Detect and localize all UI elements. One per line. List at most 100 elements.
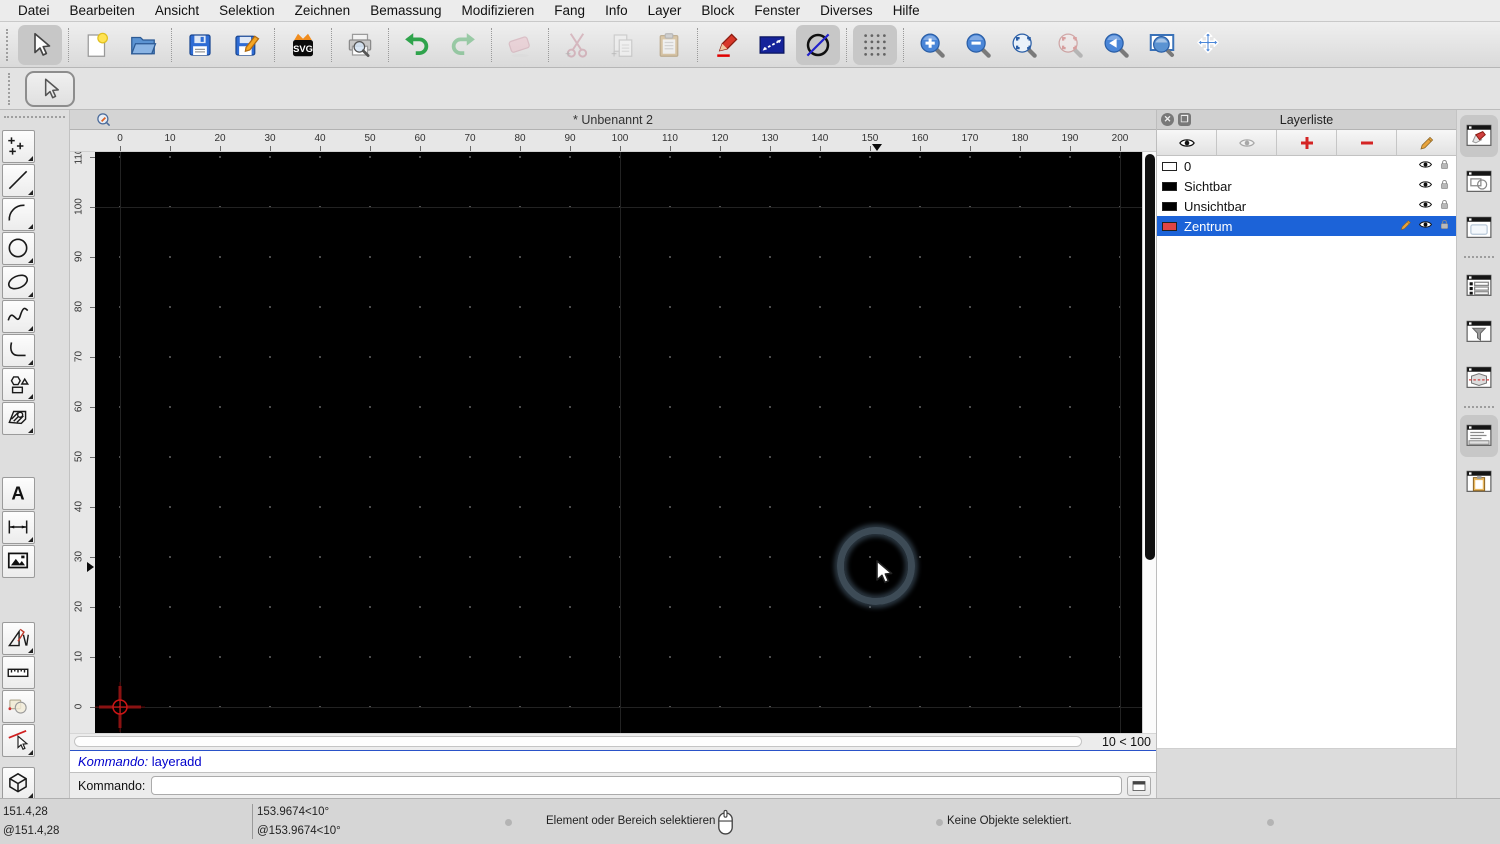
status-bar: 151.4,28 @151.4,28 153.9674<10° @153.967… (0, 798, 1500, 844)
plus-icon (1298, 134, 1316, 152)
layer-name: Sichtbar (1184, 179, 1413, 194)
pointer-gray-icon (37, 76, 63, 102)
layer-row-unsichtbar[interactable]: Unsichtbar (1157, 196, 1456, 216)
tool-dimension-button[interactable] (2, 511, 35, 544)
zoom-selection-button[interactable] (1048, 25, 1092, 65)
drawing-preferences-button[interactable] (704, 25, 748, 65)
hide-all-layers-button[interactable] (1217, 130, 1277, 155)
zoom-in-button[interactable] (910, 25, 954, 65)
layer-panel-empty-area (1157, 236, 1456, 748)
eraser-icon (505, 30, 535, 60)
tool-circle-button[interactable] (2, 232, 35, 265)
menu-fang[interactable]: Fang (544, 0, 595, 22)
layer-row-sichtbar[interactable]: Sichtbar (1157, 176, 1456, 196)
print-preview-button[interactable] (338, 25, 382, 65)
save-as-button[interactable] (224, 25, 268, 65)
svg-export-button[interactable]: SVG (281, 25, 325, 65)
h-ruler-tick (920, 146, 921, 151)
toolbar-separator (846, 28, 847, 62)
toolbar-separator (68, 28, 69, 62)
save-button[interactable] (178, 25, 222, 65)
remove-layer-button[interactable] (1337, 130, 1397, 155)
horizontal-scrollbar-thumb[interactable] (74, 736, 1082, 747)
undo-icon (402, 30, 432, 60)
show-all-layers-button[interactable] (1157, 130, 1217, 155)
edit-layer-button[interactable] (1397, 130, 1456, 155)
panel-toggle-blocks[interactable] (1460, 161, 1498, 203)
layer-row-0[interactable]: 0 (1157, 156, 1456, 176)
menu-diverses[interactable]: Diverses (810, 0, 883, 22)
copy-button[interactable]: + (601, 25, 645, 65)
menu-layer[interactable]: Layer (638, 0, 692, 22)
add-layer-button[interactable] (1277, 130, 1337, 155)
new-file-button[interactable] (75, 25, 119, 65)
selection-tool-option-button[interactable] (25, 71, 75, 107)
select-tool-button[interactable] (18, 25, 62, 65)
tool-image-button[interactable] (2, 545, 35, 578)
h-ruler-tick (170, 146, 171, 151)
panel-toggle-property-editor[interactable] (1460, 115, 1498, 157)
delete-button[interactable] (498, 25, 542, 65)
tool-arc-button[interactable] (2, 198, 35, 231)
toolbar-separator (171, 28, 172, 62)
panel-toggle-block-list[interactable] (1460, 357, 1498, 399)
tool-text-button[interactable]: A (2, 477, 35, 510)
command-input[interactable] (151, 776, 1122, 795)
panel-toggle-selection-filter[interactable] (1460, 311, 1498, 353)
layer-row-zentrum[interactable]: Zentrum (1157, 216, 1456, 236)
open-file-button[interactable] (121, 25, 165, 65)
tool-measure-button[interactable] (2, 656, 35, 689)
panel-toggle-report[interactable] (1460, 461, 1498, 503)
tool-spline-button[interactable] (2, 300, 35, 333)
menu-block[interactable]: Block (691, 0, 744, 22)
h-ruler-tick (970, 146, 971, 151)
menu-ansicht[interactable]: Ansicht (145, 0, 209, 22)
drawing-canvas[interactable] (95, 152, 1142, 733)
tool-shapes-button[interactable] (2, 368, 35, 401)
paste-button[interactable] (647, 25, 691, 65)
menu-datei[interactable]: Datei (8, 0, 60, 22)
tool-misc-button[interactable] (2, 622, 35, 655)
tool-line-button[interactable] (2, 164, 35, 197)
menu-selektion[interactable]: Selektion (209, 0, 285, 22)
menu-modifizieren[interactable]: Modifizieren (452, 0, 545, 22)
zoom-out-button[interactable] (956, 25, 1000, 65)
tool-edit-button[interactable] (2, 724, 35, 757)
redo-button[interactable] (441, 25, 485, 65)
menu-bemassung[interactable]: Bemassung (360, 0, 451, 22)
panel-toggle-layer-list[interactable] (1460, 265, 1498, 307)
pan-button[interactable] (1186, 25, 1230, 65)
zoom-auto-button[interactable] (1002, 25, 1046, 65)
cut-button[interactable]: + (555, 25, 599, 65)
svg-text:SVG: SVG (293, 43, 313, 53)
construction-mode-button[interactable] (796, 25, 840, 65)
menu-fenster[interactable]: Fenster (744, 0, 810, 22)
toggle-grid-button[interactable] (853, 25, 897, 65)
tool-modify-button[interactable] (2, 690, 35, 723)
minus-icon (1358, 134, 1376, 152)
menu-hilfe[interactable]: Hilfe (883, 0, 930, 22)
tool-hatch-button[interactable] (2, 402, 35, 435)
v-ruler-label: 10 (74, 645, 85, 669)
command-line-toggle-button[interactable] (1127, 776, 1151, 796)
command-line: Kommando: (70, 772, 1156, 798)
v-ruler-label: 20 (74, 595, 85, 619)
tool-polyline-button[interactable] (2, 334, 35, 367)
window-toggle-icon (1130, 777, 1148, 795)
zoom-previous-button[interactable] (1094, 25, 1138, 65)
zoom-window-button[interactable] (1140, 25, 1184, 65)
menu-bearbeiten[interactable]: Bearbeiten (60, 0, 145, 22)
tool-points-button[interactable] (2, 130, 35, 163)
undo-button[interactable] (395, 25, 439, 65)
tool-solid-button[interactable] (2, 767, 35, 800)
menu-zeichnen[interactable]: Zeichnen (285, 0, 361, 22)
panel-toggle-library-browser[interactable] (1460, 207, 1498, 249)
horizontal-scrollbar[interactable]: 10 < 100 (70, 733, 1156, 750)
panel-toggle-command-line[interactable] (1460, 415, 1498, 457)
layer-name: 0 (1184, 159, 1413, 174)
menu-info[interactable]: Info (595, 0, 638, 22)
measure-distance-button[interactable] (750, 25, 794, 65)
vertical-scrollbar-thumb[interactable] (1145, 154, 1155, 560)
vertical-scrollbar[interactable] (1142, 152, 1156, 733)
tool-ellipse-button[interactable] (2, 266, 35, 299)
